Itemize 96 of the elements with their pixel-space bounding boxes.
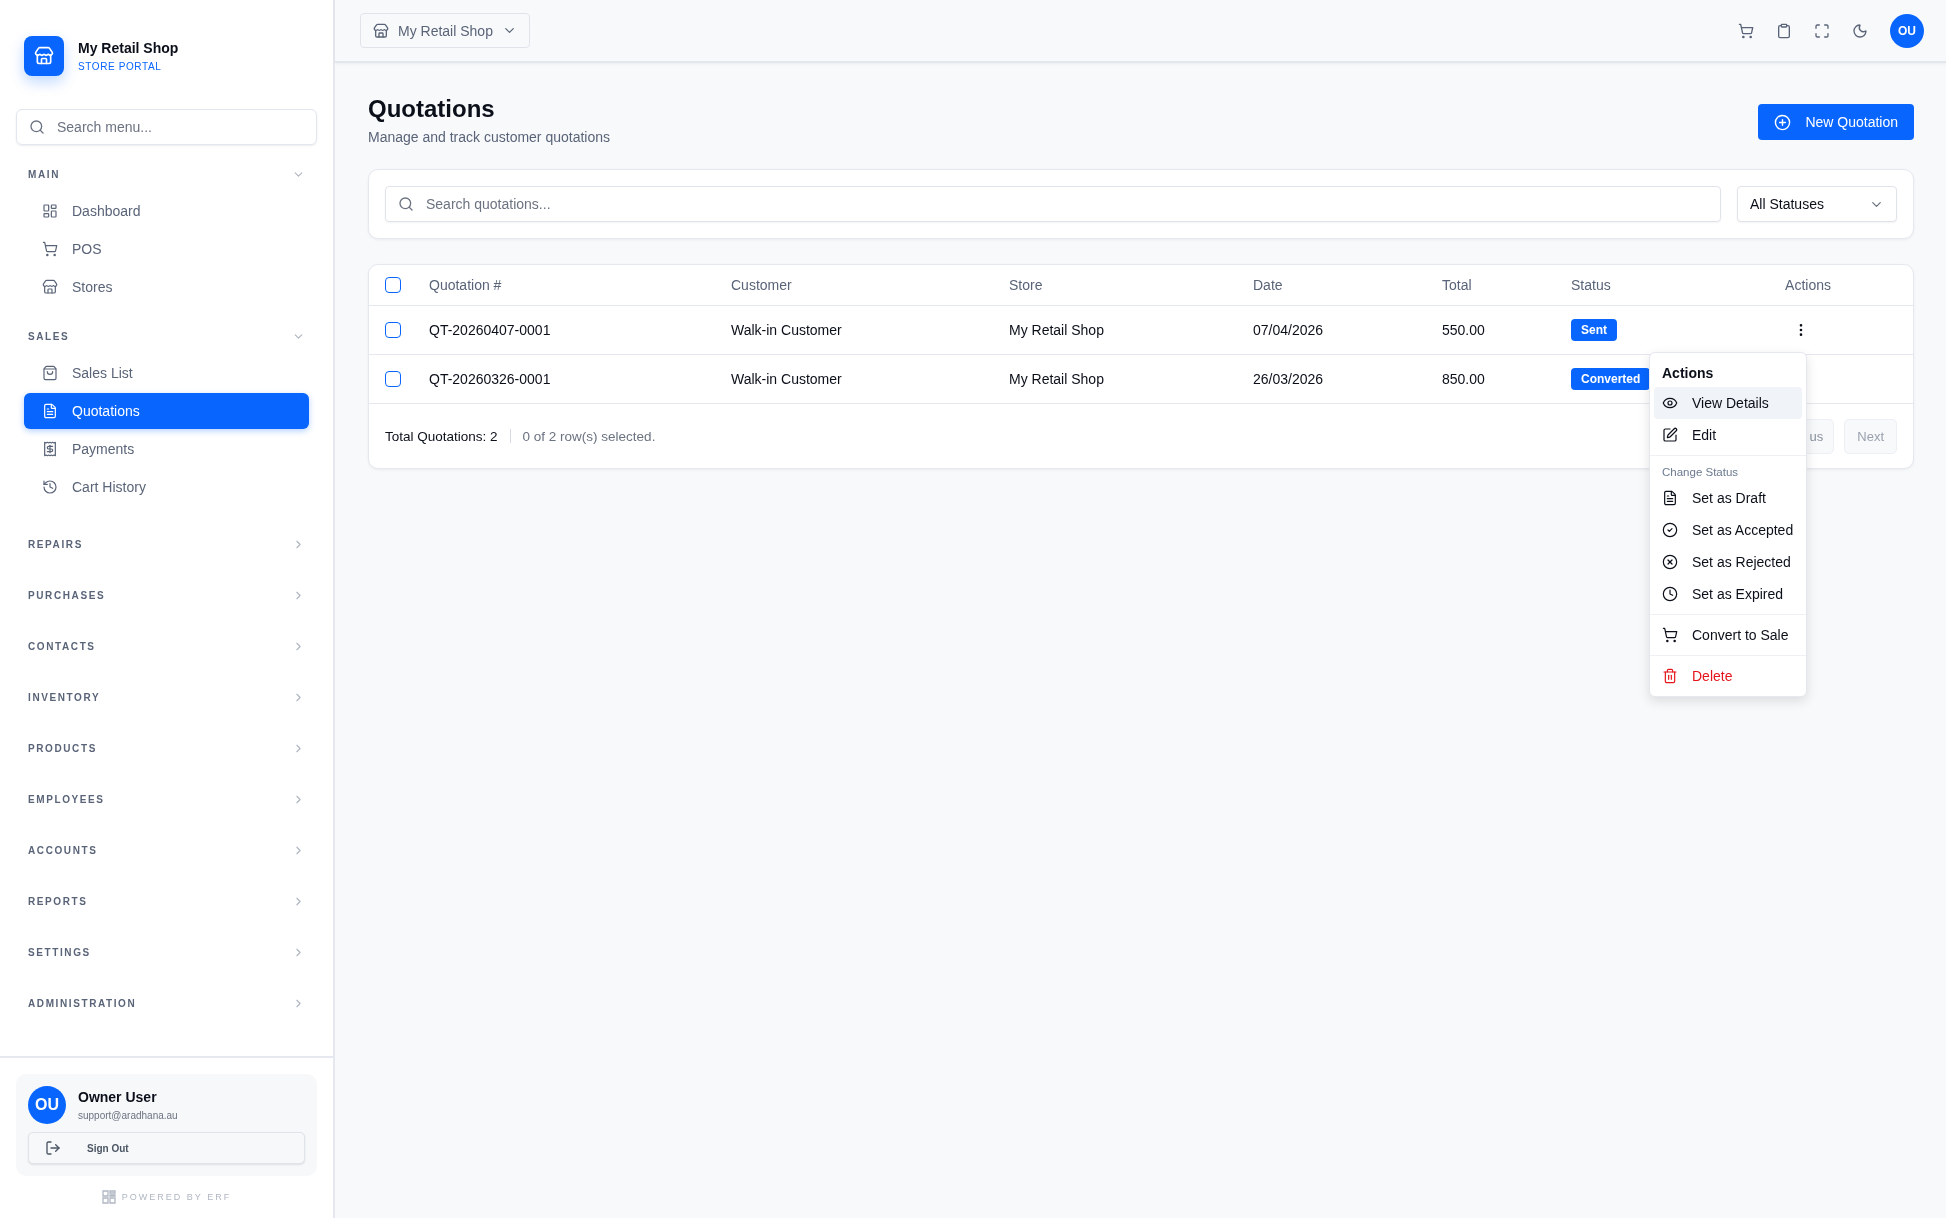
powered-by-text: POWERED BY ERF	[121, 1192, 232, 1202]
table-cell-text: 850.00	[1442, 371, 1486, 387]
column-header: Quotation #	[429, 277, 503, 293]
menu-search-field[interactable]: Search menu...	[55, 118, 304, 136]
sidebar-section-header[interactable]: REPAIRS	[24, 519, 309, 570]
menu-item[interactable]: Set as Expired	[1654, 578, 1802, 610]
table-cell-text: 07/04/2026	[1253, 322, 1325, 338]
column-header: Customer	[731, 277, 793, 293]
x-circle-icon	[1662, 554, 1678, 570]
selection-info: 0 of 2 row(s) selected.	[522, 428, 656, 444]
column-header: Date	[1253, 277, 1284, 293]
row-checkbox[interactable]	[385, 322, 401, 338]
menu-search-box[interactable]: Search menu...	[16, 109, 317, 145]
table-cell-text: 26/03/2026	[1253, 371, 1325, 387]
sidebar-section-header[interactable]: PURCHASES	[24, 570, 309, 621]
table-cell-text: QT-20260326-0001	[429, 371, 552, 387]
status-badge: Sent	[1571, 319, 1617, 341]
grid-logo-icon	[101, 1190, 116, 1204]
row-checkbox[interactable]	[385, 371, 401, 387]
sign-out-icon	[45, 1140, 61, 1156]
user-avatar: OU	[28, 1086, 66, 1124]
menu-item[interactable]: Set as Accepted	[1654, 514, 1802, 546]
eye-icon	[1662, 395, 1678, 411]
column-header: Status	[1571, 277, 1612, 293]
check-circle-icon	[1662, 522, 1678, 538]
search-box[interactable]: Search quotations...	[385, 186, 1721, 222]
menu-section-label: Change Status	[1661, 465, 1740, 480]
edit-icon	[1662, 427, 1678, 443]
menu-item[interactable]: Edit	[1654, 419, 1802, 451]
menu-item[interactable]: View Details	[1654, 387, 1802, 419]
store-selector[interactable]: My Retail Shop	[360, 13, 530, 48]
sidebar-item[interactable]: Quotations	[24, 393, 309, 429]
store-icon	[42, 279, 58, 295]
sidebar-section-header[interactable]: ACCOUNTS	[24, 825, 309, 876]
receipt-icon	[42, 441, 58, 457]
clock-icon	[1662, 586, 1678, 602]
table-cell-text: Walk-in Customer	[731, 322, 843, 338]
column-header: Store	[1009, 277, 1044, 293]
sign-out-button[interactable]: Sign Out	[28, 1132, 305, 1164]
search-icon	[398, 196, 414, 212]
search-icon	[29, 119, 45, 135]
plus-circle-icon	[1774, 113, 1792, 131]
cart-icon	[42, 241, 58, 257]
table-cell-text: Walk-in Customer	[731, 371, 843, 387]
sidebar-section-header[interactable]: CONTACTS	[24, 621, 309, 672]
table-cell-text: QT-20260407-0001	[429, 322, 552, 338]
sidebar-item[interactable]: Cart History	[24, 469, 309, 505]
sidebar-section-header[interactable]: INVENTORY	[24, 672, 309, 723]
menu-item[interactable]: Delete	[1654, 660, 1802, 692]
user-email: support@aradhana.au	[78, 1110, 178, 1121]
column-header: Actions	[1785, 277, 1831, 293]
store-logo-icon	[24, 35, 64, 76]
document-icon	[42, 403, 58, 419]
moon-icon[interactable]	[1852, 22, 1868, 39]
menu-item[interactable]: Convert to Sale	[1654, 619, 1802, 651]
sidebar-section-header[interactable]: REPORTS	[24, 876, 309, 927]
app-title: My Retail Shop	[78, 39, 179, 56]
document-icon	[1662, 490, 1678, 506]
cart-icon	[1662, 627, 1678, 643]
select-all-checkbox[interactable]	[385, 277, 401, 293]
sidebar-section-header[interactable]: SALES	[24, 319, 309, 353]
user-avatar[interactable]: OU	[1890, 13, 1924, 48]
page-title: Quotations	[368, 95, 496, 123]
user-name: Owner User	[78, 1089, 158, 1105]
search-field[interactable]: Search quotations...	[424, 195, 1708, 213]
sidebar-section-header[interactable]: MAIN	[24, 157, 309, 191]
sidebar-item[interactable]: Payments	[24, 431, 309, 467]
trash-icon	[1662, 668, 1678, 684]
sidebar-item[interactable]: POS	[24, 231, 309, 267]
sidebar-section-header[interactable]: ADMINISTRATION	[24, 978, 309, 1029]
sidebar-item[interactable]: Sales List	[24, 355, 309, 391]
sidebar-item[interactable]: Dashboard	[24, 193, 309, 229]
sidebar-section-header[interactable]: EMPLOYEES	[24, 774, 309, 825]
store-icon	[373, 22, 389, 39]
sidebar-section-header[interactable]: PRODUCTS	[24, 723, 309, 774]
shopping-bag-icon	[42, 365, 58, 381]
table-cell-text: My Retail Shop	[1009, 371, 1105, 387]
column-header: Total	[1442, 277, 1473, 293]
total-count: Total Quotations: 2	[385, 428, 498, 444]
history-icon	[42, 479, 58, 495]
sidebar-item[interactable]: Stores	[24, 269, 309, 305]
table-cell-text: My Retail Shop	[1009, 322, 1105, 338]
clipboard-icon[interactable]	[1776, 22, 1792, 39]
menu-item[interactable]: Set as Draft	[1654, 482, 1802, 514]
status-badge: Converted	[1571, 368, 1651, 390]
dashboard-icon	[42, 203, 58, 219]
status-select[interactable]: All Statuses	[1737, 186, 1897, 222]
new-quotation-button[interactable]: New Quotation	[1758, 104, 1914, 140]
fullscreen-icon[interactable]	[1814, 22, 1830, 39]
menu-title: Actions	[1661, 364, 1715, 383]
table-cell-text: 550.00	[1442, 322, 1486, 338]
cart-icon[interactable]	[1738, 22, 1754, 39]
page-subtitle: Manage and track customer quotations	[368, 129, 611, 145]
app-subtitle: STORE PORTAL	[78, 60, 163, 72]
sidebar-section-header[interactable]: SETTINGS	[24, 927, 309, 978]
menu-item[interactable]: Set as Rejected	[1654, 546, 1802, 578]
